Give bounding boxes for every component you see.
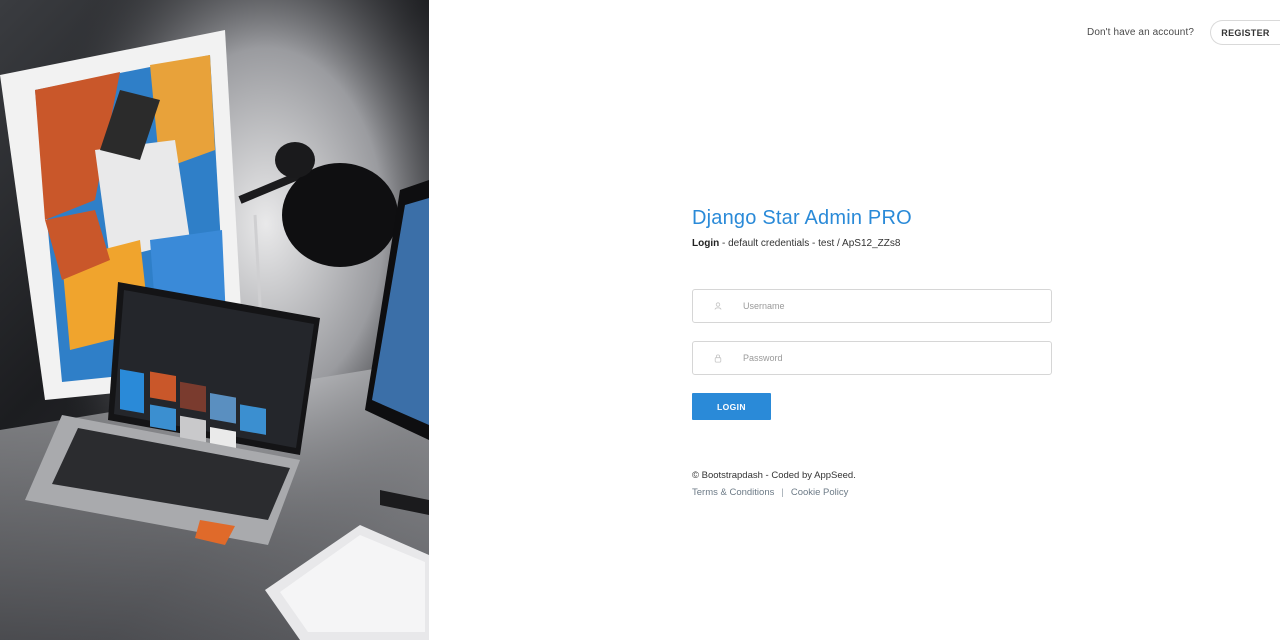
password-field[interactable] <box>692 341 1052 375</box>
no-account-text: Don't have an account? <box>1087 27 1194 38</box>
copyright-text: © Bootstrapdash - Coded by AppSeed. <box>692 470 856 481</box>
footer-links: Terms & Conditions | Cookie Policy <box>692 487 1052 498</box>
password-input[interactable] <box>743 353 1051 363</box>
username-input[interactable] <box>743 301 1051 311</box>
page-title: Django Star Admin PRO <box>692 207 912 229</box>
login-subtitle-bold: Login <box>692 238 720 249</box>
login-subtitle: Login - default credentials - test / ApS… <box>692 238 1052 249</box>
hero-image <box>0 0 429 640</box>
credentials-hint: - default credentials - test / ApS12_ZZs… <box>719 238 901 249</box>
workspace-illustration <box>0 0 429 640</box>
login-panel: Don't have an account? REGISTER Django S… <box>429 0 1280 640</box>
login-page: Don't have an account? REGISTER Django S… <box>0 0 1280 640</box>
lock-icon <box>693 354 743 363</box>
login-form: Django Star Admin PRO Login - default cr… <box>692 207 1052 498</box>
username-field[interactable] <box>692 289 1052 323</box>
cookie-policy-link[interactable]: Cookie Policy <box>791 487 849 498</box>
register-button[interactable]: REGISTER <box>1210 20 1280 45</box>
terms-link[interactable]: Terms & Conditions <box>692 487 774 498</box>
link-separator: | <box>781 487 784 498</box>
user-icon <box>693 302 743 310</box>
login-button[interactable]: LOGIN <box>692 393 771 420</box>
account-prompt-bar: Don't have an account? REGISTER <box>1087 20 1280 45</box>
